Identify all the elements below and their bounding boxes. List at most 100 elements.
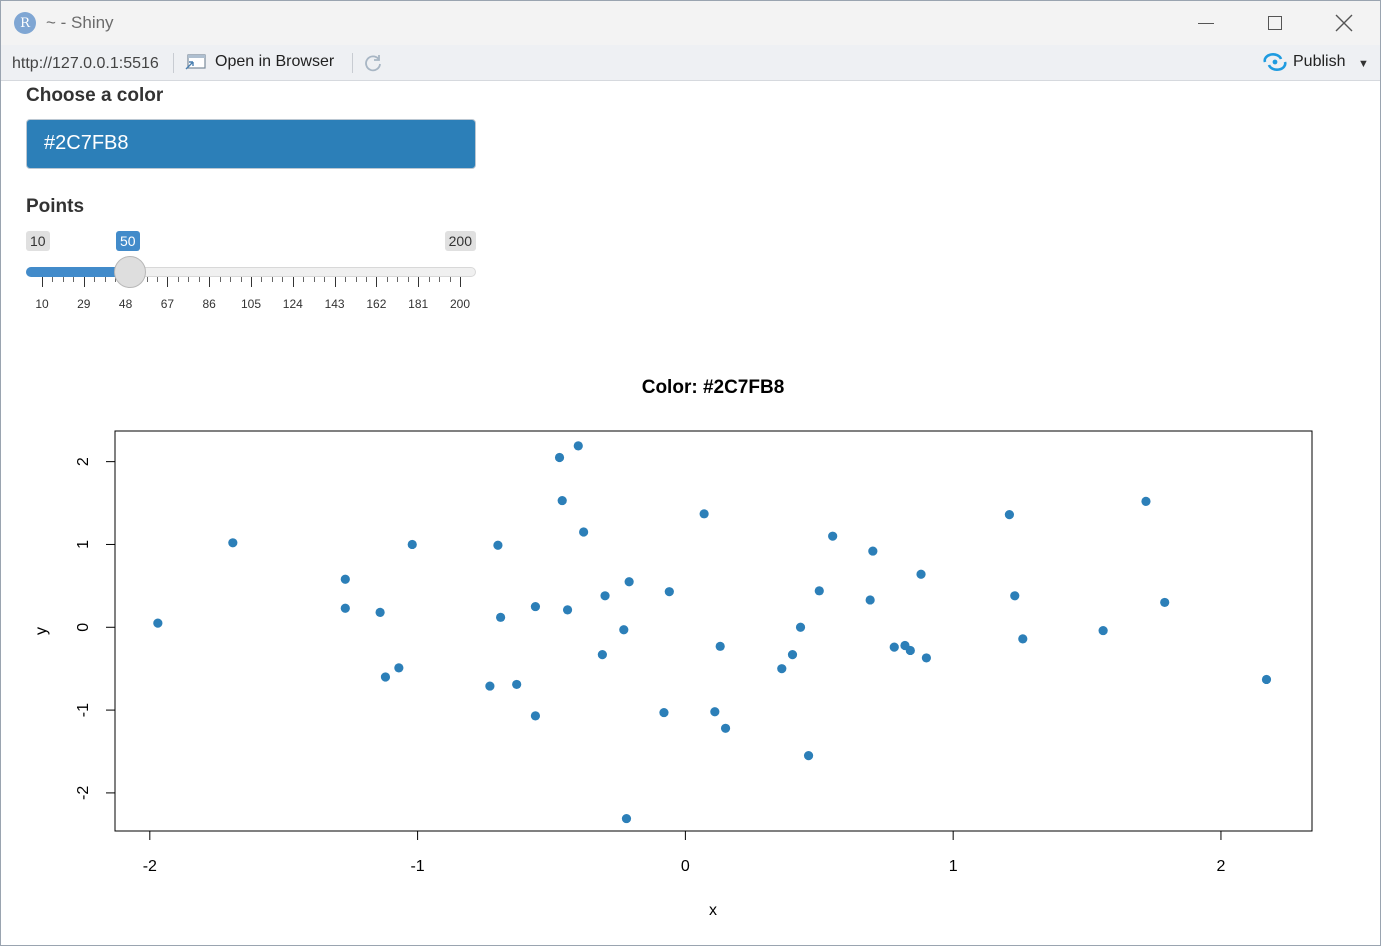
data-point (554, 452, 565, 463)
toolbar-divider (173, 53, 174, 73)
points-slider[interactable]: 10 50 200 10 29 48 67 86 105 124 143 162 181 200 (26, 229, 476, 319)
r-app-icon: R (14, 12, 36, 34)
slider-major-tick (418, 277, 420, 287)
slider-tick-label: 10 (35, 297, 49, 311)
refresh-icon[interactable] (363, 53, 383, 73)
y-tick-label: -2 (75, 786, 92, 800)
data-point (407, 539, 417, 550)
data-point (562, 605, 573, 615)
slider-min-label: 10 (26, 231, 50, 251)
data-point (814, 586, 824, 596)
data-point (828, 531, 838, 541)
maximize-button[interactable] (1240, 1, 1310, 45)
data-point (530, 711, 541, 721)
data-point (1160, 597, 1170, 608)
data-point (699, 509, 709, 519)
open-in-browser-button[interactable]: Open in Browser (185, 53, 334, 71)
slider-minor-tick (146, 277, 148, 282)
maximize-icon (1268, 16, 1282, 30)
data-point (228, 538, 238, 548)
plot-axes: -2 -1 0 1 2 -2 -1 0 1 2 (75, 457, 1225, 875)
toolbar-divider (352, 53, 353, 73)
close-button[interactable] (1309, 1, 1379, 45)
y-tick-label: 2 (75, 457, 92, 466)
app-content: Choose a color #2C7FB8 Points 10 50 200 … (1, 81, 1380, 945)
data-point (530, 601, 541, 612)
slider-minor-tick (188, 277, 190, 282)
slider-minor-tick (386, 277, 388, 282)
data-point (619, 625, 629, 635)
data-point (720, 723, 731, 733)
slider-major-tick (376, 277, 378, 287)
minimize-button[interactable] (1171, 1, 1241, 45)
data-point (512, 679, 522, 690)
data-point (905, 645, 915, 656)
title-bar: R ~ - Shiny (1, 1, 1380, 45)
slider-minor-tick (439, 277, 441, 282)
slider-tick-label: 29 (77, 297, 91, 311)
data-point (1010, 591, 1020, 601)
slider-minor-tick (303, 277, 305, 282)
data-point (485, 681, 495, 691)
slider-minor-tick (324, 277, 326, 282)
slider-tick-label: 105 (240, 297, 262, 311)
x-tick-label: -2 (143, 858, 157, 875)
data-point (340, 574, 350, 584)
data-point (1261, 674, 1272, 685)
slider-minor-tick (365, 277, 367, 282)
slider-minor-tick (407, 277, 409, 282)
y-tick-label: -1 (75, 703, 92, 717)
x-tick-label: 2 (1216, 858, 1225, 875)
publish-dropdown-icon[interactable]: ▼ (1358, 58, 1369, 70)
data-point (1141, 496, 1151, 506)
data-point (573, 441, 583, 451)
x-tick-label: -1 (410, 858, 424, 875)
data-point (621, 813, 632, 824)
publish-icon (1263, 53, 1287, 71)
publish-label: Publish (1293, 53, 1346, 70)
slider-handle[interactable] (114, 256, 146, 288)
slider-minor-tick (282, 277, 284, 282)
data-point (710, 707, 720, 717)
data-point (579, 527, 589, 537)
color-picker-label: Choose a color (26, 85, 164, 106)
data-point (375, 607, 385, 617)
viewer-toolbar: http://127.0.0.1:5516 Open in Browser Pu… (1, 45, 1380, 81)
slider-minor-tick (94, 277, 96, 282)
data-point (921, 653, 931, 663)
data-point (803, 751, 814, 761)
slider-minor-tick (198, 277, 200, 282)
window-title: ~ - Shiny (46, 13, 114, 32)
data-point (624, 577, 634, 587)
slider-minor-tick (52, 277, 54, 282)
data-point (380, 672, 391, 682)
data-point (340, 603, 350, 613)
slider-tick-label: 67 (160, 297, 175, 311)
x-axis-label: x (709, 902, 717, 919)
slider-major-tick (83, 277, 85, 287)
minimize-icon (1198, 22, 1214, 24)
slider-minor-tick (73, 277, 75, 282)
data-point (600, 591, 610, 601)
x-tick-label: 0 (681, 858, 690, 875)
shiny-window: R ~ - Shiny http://127.0.0.1:5516 Open i… (0, 0, 1381, 946)
slider-major-tick (292, 277, 294, 287)
slider-major-tick (251, 277, 252, 287)
data-point (597, 650, 607, 660)
open-browser-icon (185, 54, 206, 70)
y-axis-label: y (33, 627, 50, 635)
data-point (493, 540, 503, 550)
data-point (664, 587, 674, 597)
data-point (715, 641, 725, 651)
publish-button[interactable]: Publish (1263, 53, 1345, 71)
slider-max-label: 200 (444, 231, 476, 251)
open-in-browser-label: Open in Browser (215, 53, 335, 70)
url-display[interactable]: http://127.0.0.1:5516 (12, 55, 159, 73)
slider-minor-tick (156, 277, 158, 282)
slider-major-tick (460, 277, 461, 287)
data-point (1018, 634, 1028, 644)
slider-minor-tick (62, 277, 64, 282)
slider-tick-label: 143 (324, 297, 345, 311)
slider-minor-tick (397, 277, 399, 282)
color-input[interactable]: #2C7FB8 (26, 119, 476, 169)
